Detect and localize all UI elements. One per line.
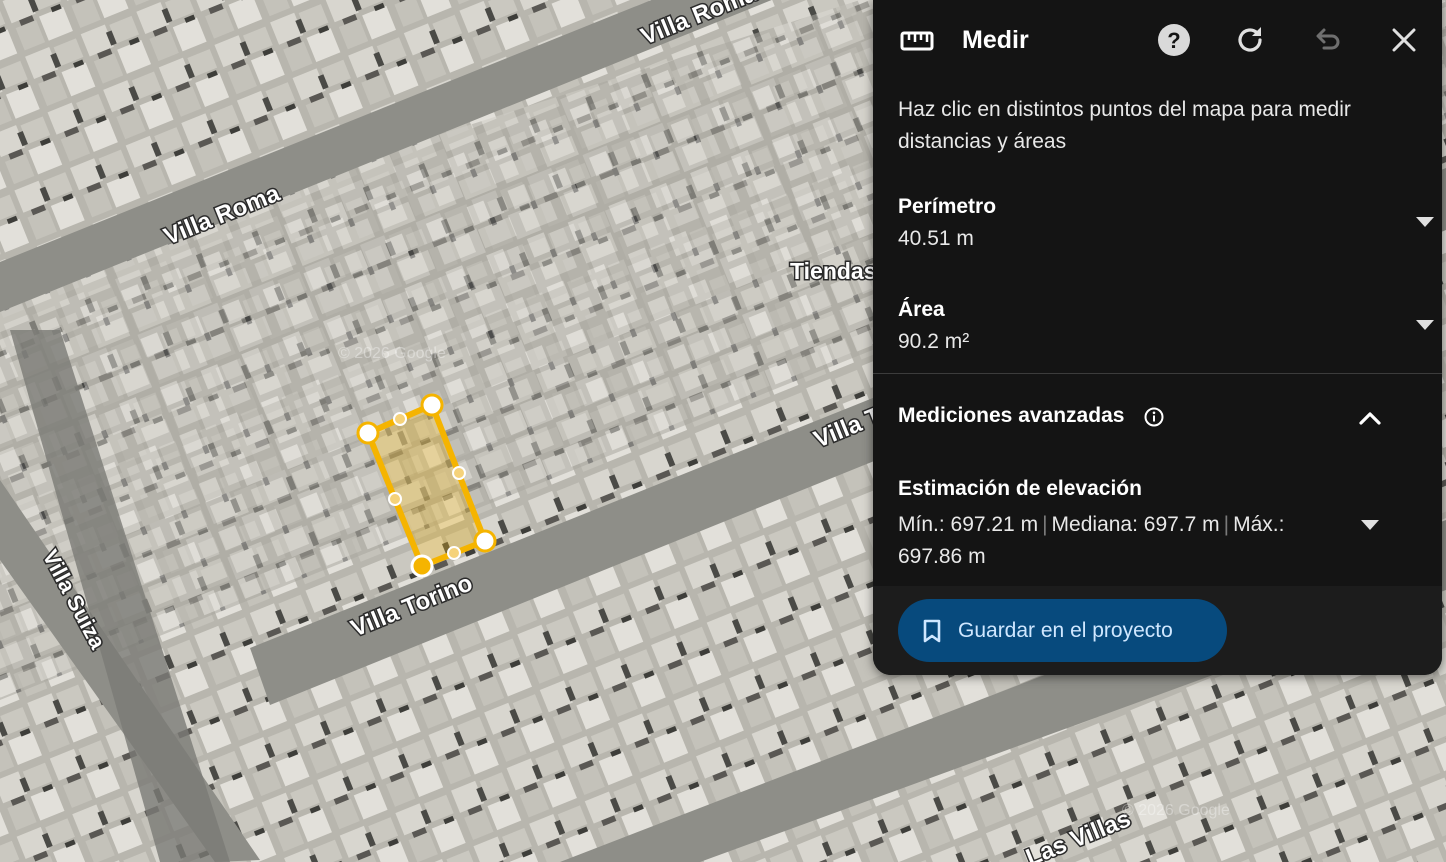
elevation-dropdown[interactable] <box>1350 510 1390 542</box>
reset-button[interactable] <box>1230 22 1270 62</box>
perimeter-label: Perímetro <box>898 195 997 218</box>
panel-header: Medir ? <box>873 0 1442 84</box>
caret-down-icon <box>1361 517 1379 535</box>
instructions-text: Haz clic en distintos puntos del mapa pa… <box>898 98 1351 153</box>
refresh-icon <box>1234 24 1266 61</box>
polygon-midpoint-handle[interactable] <box>452 466 466 480</box>
elevation-median: Mediana: 697.7 m <box>1051 513 1220 536</box>
elevation-values: Mín.: 697.21 m | Mediana: 697.7 m | Máx.: 69… <box>898 513 1285 568</box>
info-icon[interactable] <box>1144 407 1164 432</box>
polygon-vertex-handle[interactable] <box>473 529 497 553</box>
bookmark-icon <box>922 619 942 643</box>
map-watermark: © 2026 Google <box>338 345 446 362</box>
save-button-label: Guardar en el proyecto <box>958 618 1173 642</box>
perimeter-dropdown[interactable] <box>1405 209 1442 237</box>
close-icon <box>1391 27 1417 58</box>
measure-panel: Medir ? Haz clic en distintos puntos del… <box>873 0 1442 675</box>
chevron-up-icon <box>1359 411 1381 430</box>
save-to-project-button[interactable]: Guardar en el proyecto <box>898 599 1227 662</box>
polygon-midpoint-handle[interactable] <box>447 546 461 560</box>
help-icon: ? <box>1157 23 1191 62</box>
elevation-label: Estimación de elevación <box>898 477 1142 500</box>
polygon-vertex-handle[interactable] <box>356 421 380 445</box>
polygon-midpoint-handle[interactable] <box>393 412 407 426</box>
polygon-midpoint-handle[interactable] <box>388 492 402 506</box>
undo-button[interactable] <box>1307 22 1347 62</box>
area-value: 90.2 m² <box>898 330 970 353</box>
area-row[interactable]: Área 90.2 m² <box>898 294 1434 358</box>
perimeter-row[interactable]: Perímetro 40.51 m <box>898 191 1434 255</box>
advanced-collapse-button[interactable] <box>1350 404 1390 436</box>
advanced-measurements-label[interactable]: Mediciones avanzadas <box>898 404 1124 428</box>
panel-footer: Guardar en el proyecto <box>873 586 1442 675</box>
caret-down-icon <box>1416 214 1434 232</box>
close-button[interactable] <box>1384 22 1424 62</box>
perimeter-value: 40.51 m <box>898 227 974 250</box>
svg-text:?: ? <box>1167 28 1180 53</box>
caret-down-icon <box>1416 317 1434 335</box>
polygon-vertex-handle[interactable] <box>410 554 434 578</box>
panel-divider <box>873 373 1442 374</box>
area-label: Área <box>898 298 945 321</box>
elevation-min: Mín.: 697.21 m <box>898 513 1039 536</box>
panel-title: Medir <box>962 26 1029 54</box>
undo-icon <box>1312 25 1342 60</box>
area-dropdown[interactable] <box>1405 312 1442 340</box>
street-label-tiendas: Tiendas <box>790 258 877 284</box>
help-button[interactable]: ? <box>1154 22 1194 62</box>
map-watermark: © 2026 Google <box>1122 802 1230 819</box>
ruler-icon <box>900 29 934 58</box>
polygon-vertex-handle[interactable] <box>420 393 444 417</box>
